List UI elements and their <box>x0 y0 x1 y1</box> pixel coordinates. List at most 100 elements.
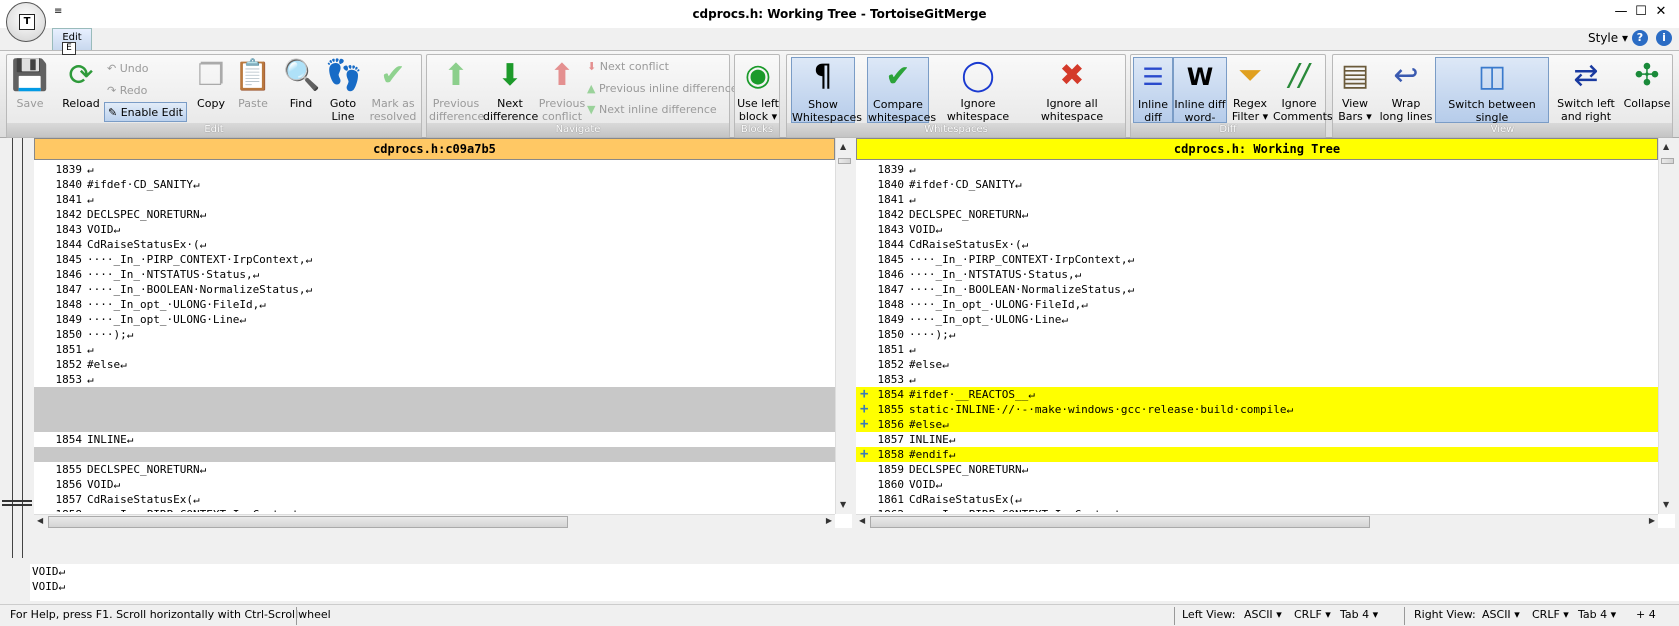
code-line[interactable]: 1840 #ifdef·CD_SANITY↵ <box>856 177 1658 192</box>
scroll-left-icon[interactable]: ◀ <box>37 516 43 525</box>
code-line[interactable]: 1839 ↵ <box>34 162 835 177</box>
code-line[interactable]: 1857 CdRaiseStatusEx(↵ <box>34 492 835 507</box>
code-line[interactable]: 1844 CdRaiseStatusEx·(↵ <box>34 237 835 252</box>
save-button[interactable]: 💾 Save <box>9 57 51 123</box>
left-pane-lines[interactable]: 1839 ↵ 1840 #ifdef·CD_SANITY↵ 1841 ↵ 1842 DECLS… <box>34 162 835 512</box>
code-line[interactable]: 1847 ····_In_·BOOLEAN·NormalizeStatus,↵ <box>34 282 835 297</box>
code-line[interactable]: 1853 ↵ <box>856 372 1658 387</box>
code-line[interactable]: 1861 CdRaiseStatusEx(↵ <box>856 492 1658 507</box>
right-vertical-scrollbar[interactable]: ▲ ▼ <box>1658 138 1675 514</box>
missing-line-placeholder[interactable] <box>34 402 835 417</box>
redo-button[interactable]: ↷ Redo <box>107 81 147 101</box>
help-icon[interactable]: ? <box>1632 30 1648 46</box>
scroll-up-icon[interactable]: ▲ <box>1663 142 1669 151</box>
code-line[interactable]: 1847 ····_In_·BOOLEAN·NormalizeStatus,↵ <box>856 282 1658 297</box>
previous-difference-button[interactable]: ⬆ Previous difference <box>429 57 484 124</box>
right-horizontal-scrollbar[interactable]: ◀ ▶ <box>856 514 1658 528</box>
style-menu[interactable]: Style ▾ <box>1588 31 1628 45</box>
missing-line-placeholder[interactable] <box>34 387 835 402</box>
code-line[interactable]: 1840 #ifdef·CD_SANITY↵ <box>34 177 835 192</box>
scroll-up-icon[interactable]: ▲ <box>840 142 846 151</box>
reload-button[interactable]: ⟳ Reload <box>59 57 103 123</box>
code-line[interactable]: 1845 ····_In_·PIRP_CONTEXT·IrpContext,↵ <box>856 252 1658 267</box>
code-line[interactable]: 1851 ↵ <box>34 342 835 357</box>
maximize-button[interactable]: ☐ <box>1632 4 1650 19</box>
minimize-button[interactable]: — <box>1612 4 1630 19</box>
left-tab-dropdown[interactable]: Tab 4 ▾ <box>1340 605 1378 625</box>
left-encoding-dropdown[interactable]: ASCII ▾ <box>1244 605 1282 625</box>
collapse-button[interactable]: ✣ Collapse <box>1623 57 1671 123</box>
undo-button[interactable]: ↶ Undo <box>107 59 148 79</box>
code-line[interactable]: 1841 ↵ <box>856 192 1658 207</box>
code-line[interactable]: 1852 #else↵ <box>856 357 1658 372</box>
left-diff-pane[interactable]: cdprocs.h:c09a7b5 1839 ↵ 1840 #ifdef·CD_SAN… <box>34 138 852 528</box>
inline-diff-word-wise-button[interactable]: W Inline diff word-wise <box>1173 57 1227 137</box>
code-line[interactable]: 1858 ····_In_·PIRP_CONTEXT·IrpContext,↵ <box>34 507 835 512</box>
next-inline-difference-button[interactable]: ▼ Next inline difference <box>587 100 717 120</box>
code-line[interactable]: 1842 DECLSPEC_NORETURN↵ <box>856 207 1658 222</box>
close-button[interactable]: ✕ <box>1652 4 1670 19</box>
code-line[interactable]: 1859 DECLSPEC_NORETURN↵ <box>856 462 1658 477</box>
code-line[interactable]: 1854 INLINE↵ <box>34 432 835 447</box>
paste-button[interactable]: 📋 Paste <box>233 57 273 123</box>
code-line[interactable]: 1860 VOID↵ <box>856 477 1658 492</box>
code-line[interactable]: 1852 #else↵ <box>34 357 835 372</box>
code-line[interactable]: 1844 CdRaiseStatusEx·(↵ <box>856 237 1658 252</box>
code-line[interactable]: 1851 ↵ <box>856 342 1658 357</box>
copy-button[interactable]: ❐ Copy <box>191 57 231 123</box>
code-line[interactable]: 1843 VOID↵ <box>34 222 835 237</box>
right-tab-dropdown[interactable]: Tab 4 ▾ <box>1578 605 1616 625</box>
code-line[interactable]: 1850 ····);↵ <box>34 327 835 342</box>
scroll-right-icon[interactable]: ▶ <box>1649 516 1655 525</box>
scroll-down-icon[interactable]: ▼ <box>840 500 846 509</box>
find-button[interactable]: 🔍 Find <box>283 57 320 123</box>
bottom-line-view[interactable]: VOID↵ VOID↵ <box>30 564 1679 601</box>
code-line[interactable]: 1843 VOID↵ <box>856 222 1658 237</box>
left-eol-dropdown[interactable]: CRLF ▾ <box>1294 605 1331 625</box>
code-line[interactable]: 1849 ····_In_opt_·ULONG·Line↵ <box>856 312 1658 327</box>
scroll-left-icon[interactable]: ◀ <box>859 516 865 525</box>
wrap-long-lines-button[interactable]: ↩ Wrap long lines <box>1379 57 1433 124</box>
code-line[interactable]: 1839 ↵ <box>856 162 1658 177</box>
scroll-right-icon[interactable]: ▶ <box>826 516 832 525</box>
goto-line-button[interactable]: 👣 Goto Line <box>325 57 362 124</box>
code-line[interactable]: 1850 ····);↵ <box>856 327 1658 342</box>
code-line[interactable]: 1842 DECLSPEC_NORETURN↵ <box>34 207 835 222</box>
previous-inline-difference-button[interactable]: ▲ Previous inline difference <box>587 79 738 99</box>
info-icon[interactable]: i <box>1656 30 1672 46</box>
previous-conflict-button[interactable]: ⬆ Previous conflict <box>537 57 587 124</box>
use-left-block-button[interactable]: ◉ Use left block ▾ <box>736 57 780 124</box>
location-bar[interactable] <box>0 138 32 558</box>
ignore-whitespace-changes-button[interactable]: ◯ Ignore whitespace changes <box>931 57 1025 137</box>
app-menu-button[interactable]: T <box>6 2 46 42</box>
ignore-all-whitespace-changes-button[interactable]: ✖ Ignore all whitespace changes <box>1019 57 1125 137</box>
left-vertical-scrollbar[interactable]: ▲ ▼ <box>835 138 852 514</box>
right-diff-pane[interactable]: cdprocs.h: Working Tree 1839 ↵ 1840 #ifdef·… <box>856 138 1675 528</box>
next-difference-button[interactable]: ⬇ Next difference <box>483 57 538 124</box>
added-line[interactable]: +1855 static·INLINE·//·-·make·windows·gcc… <box>856 402 1658 417</box>
right-encoding-dropdown[interactable]: ASCII ▾ <box>1482 605 1520 625</box>
show-whitespaces-button[interactable]: ¶ Show Whitespaces <box>791 57 862 124</box>
code-line[interactable]: 1849 ····_In_opt_·ULONG·Line↵ <box>34 312 835 327</box>
missing-line-placeholder[interactable] <box>34 447 835 462</box>
switch-pane-view-button[interactable]: ◫ Switch between single and double pane … <box>1435 57 1549 150</box>
view-bars-button[interactable]: ▤ View Bars ▾ <box>1335 57 1375 124</box>
code-line[interactable]: 1848 ····_In_opt_·ULONG·FileId,↵ <box>34 297 835 312</box>
missing-line-placeholder[interactable] <box>34 417 835 432</box>
enable-edit-button[interactable]: ✎ Enable Edit <box>104 102 187 122</box>
right-pane-lines[interactable]: 1839 ↵ 1840 #ifdef·CD_SANITY↵ 1841 ↵ 1842 DECLS… <box>856 162 1658 512</box>
next-conflict-button[interactable]: ⬇ Next conflict <box>587 57 669 77</box>
code-line[interactable]: 1845 ····_In_·PIRP_CONTEXT·IrpContext,↵ <box>34 252 835 267</box>
code-line[interactable]: 1855 DECLSPEC_NORETURN↵ <box>34 462 835 477</box>
code-line[interactable]: 1841 ↵ <box>34 192 835 207</box>
regex-filter-button[interactable]: ⏷ Regex Filter ▾ <box>1229 57 1271 124</box>
code-line[interactable]: 1856 VOID↵ <box>34 477 835 492</box>
code-line[interactable]: 1846 ····_In_·NTSTATUS·Status,↵ <box>856 267 1658 282</box>
added-line[interactable]: +1856 #else↵ <box>856 417 1658 432</box>
compare-whitespaces-button[interactable]: ✔ Compare whitespaces <box>867 57 936 124</box>
added-line[interactable]: +1854 #ifdef·__REACTOS__↵ <box>856 387 1658 402</box>
code-line[interactable]: 1862 ····_In_·PIRP_CONTEXT·IrpContext,↵ <box>856 507 1658 512</box>
added-line[interactable]: +1858 #endif↵ <box>856 447 1658 462</box>
code-line[interactable]: 1853 ↵ <box>34 372 835 387</box>
left-horizontal-scrollbar[interactable]: ◀ ▶ <box>34 514 835 528</box>
